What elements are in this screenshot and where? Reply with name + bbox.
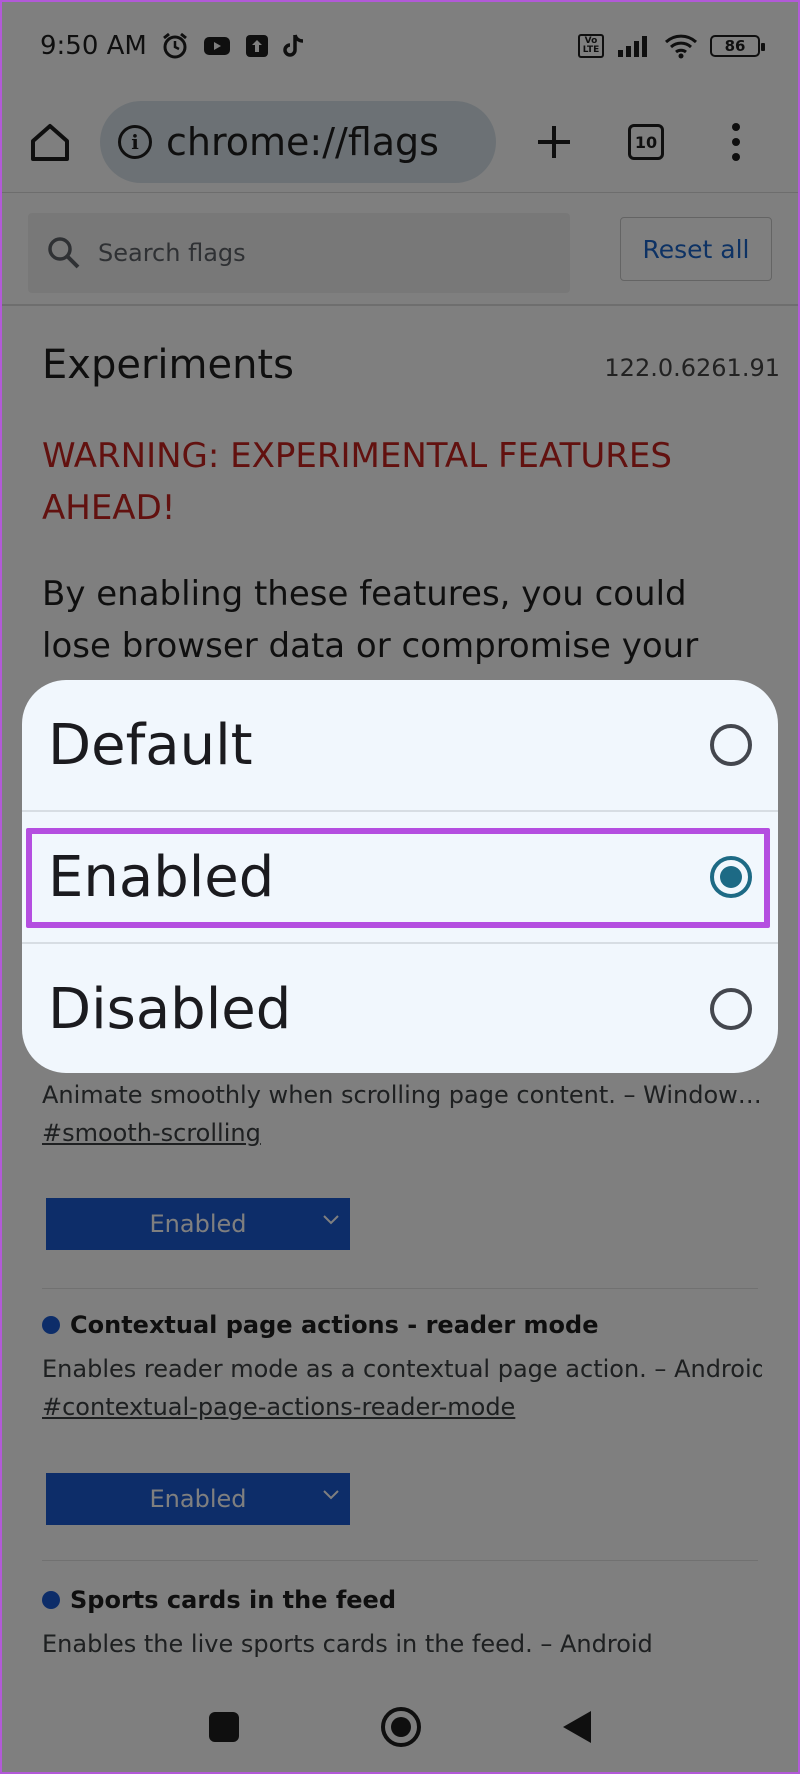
- option-default[interactable]: Default: [22, 680, 778, 810]
- radio-unchecked-icon[interactable]: [710, 988, 752, 1030]
- selection-highlight: [26, 828, 770, 928]
- flag-options-dialog: Default Enabled Disabled: [22, 680, 778, 1073]
- option-label: Disabled: [48, 976, 292, 1042]
- radio-unchecked-icon[interactable]: [710, 724, 752, 766]
- option-disabled[interactable]: Disabled: [22, 944, 778, 1073]
- option-label: Default: [48, 712, 253, 778]
